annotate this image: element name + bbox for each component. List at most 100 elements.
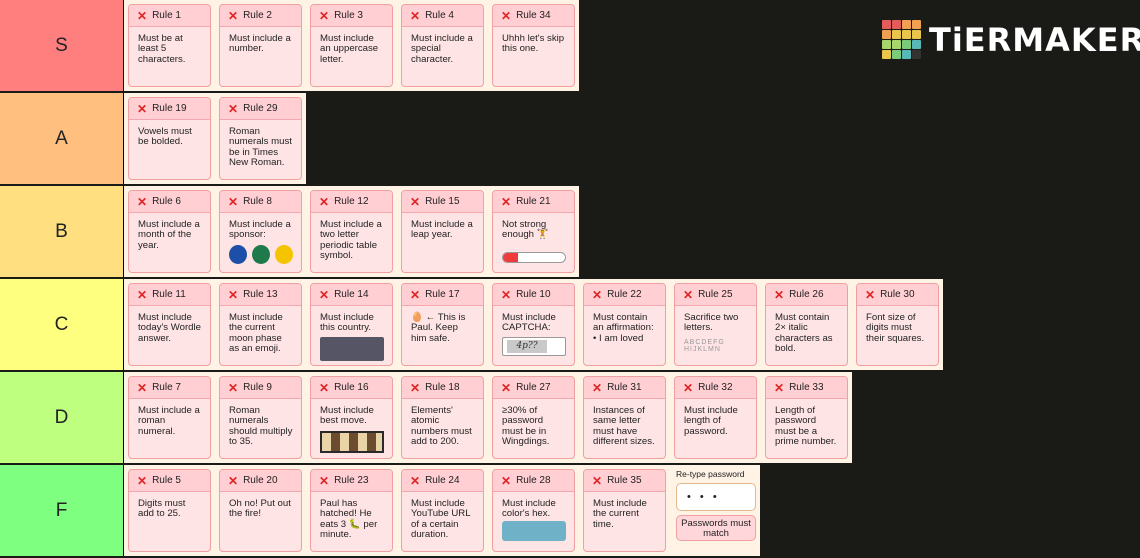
rule-card[interactable]: ✕ Rule 21 Not strong enough 🏋️	[488, 186, 579, 277]
tier-row-f: F ✕ Rule 5 Digits must add to 25. ✕ Rule 20 Oh…	[0, 465, 1140, 556]
rule-card[interactable]: ✕ Rule 18 Elements' atomic numbers must ad…	[397, 372, 488, 463]
rule-text: Must include a month of the year.	[138, 219, 200, 251]
rule-card-body: ✕ Rule 23 Paul has hatched! He eats 3 🐛 pe…	[310, 469, 393, 552]
failed-x-icon: ✕	[865, 287, 876, 302]
rule-card[interactable]: ✕ Rule 26 Must contain 2× italic character…	[761, 279, 852, 370]
rule-title: Rule 29	[243, 103, 278, 114]
rule-card[interactable]: ✕ Rule 19 Vowels must be bolded.	[124, 93, 215, 184]
rule-card[interactable]: ✕ Rule 20 Oh no! Put out the fire!	[215, 465, 306, 556]
rule-card[interactable]: ✕ Rule 9 Roman numerals should multiply to…	[215, 372, 306, 463]
rule-header: ✕ Rule 9	[220, 377, 301, 399]
rule-header: ✕ Rule 1	[129, 5, 210, 27]
rule-card[interactable]: ✕ Rule 4 Must include a special character.	[397, 0, 488, 91]
rule-card-body: ✕ Rule 5 Digits must add to 25.	[128, 469, 211, 552]
rule-card-body: ✕ Rule 21 Not strong enough 🏋️	[492, 190, 575, 273]
logo-grid-cell	[902, 50, 911, 59]
passwords-match-button[interactable]: Passwords must match	[676, 515, 756, 541]
rule-text: Sacrifice two letters.	[684, 312, 739, 334]
rule-card-body: ✕ Rule 14 Must include this country.	[310, 283, 393, 366]
rule-header: ✕ Rule 7	[129, 377, 210, 399]
starbucks-icon[interactable]	[252, 245, 270, 264]
rule-text: 🥚 ← This is Paul. Keep him safe.	[411, 312, 466, 344]
rule-title: Rule 18	[425, 382, 460, 393]
rule-card[interactable]: ✕ Rule 15 Must include a leap year.	[397, 186, 488, 277]
rule-header: ✕ Rule 10	[493, 284, 574, 306]
rule-title: Rule 14	[334, 289, 369, 300]
failed-x-icon: ✕	[137, 473, 148, 488]
rule-title: Rule 15	[425, 196, 460, 207]
rule-header: ✕ Rule 27	[493, 377, 574, 399]
failed-x-icon: ✕	[683, 287, 694, 302]
rule-title: Rule 31	[607, 382, 642, 393]
rule-card-body: ✕ Rule 30 Font size of digits must their s…	[856, 283, 939, 366]
rule-card[interactable]: ✕ Rule 27 ≥30% of password must be in Wing…	[488, 372, 579, 463]
rule-card[interactable]: ✕ Rule 35 Must include the current time.	[579, 465, 670, 556]
rule-card[interactable]: ✕ Rule 1 Must be at least 5 characters.	[124, 0, 215, 91]
pepsi-icon[interactable]	[229, 245, 247, 264]
rule-card[interactable]: ✕ Rule 7 Must include a roman numeral.	[124, 372, 215, 463]
rule-card[interactable]: ✕ Rule 5 Digits must add to 25.	[124, 465, 215, 556]
rule-card[interactable]: ✕ Rule 3 Must include an uppercase letter.	[306, 0, 397, 91]
rule-card-body: ✕ Rule 18 Elements' atomic numbers must ad…	[401, 376, 484, 459]
failed-x-icon: ✕	[228, 8, 239, 23]
tier-label[interactable]: F	[0, 465, 124, 556]
rule-title: Rule 3	[334, 10, 363, 21]
rule-card[interactable]: ✕ Rule 28 Must include color's hex.	[488, 465, 579, 556]
rule-card[interactable]: ✕ Rule 22 Must contain an affirmation: • I…	[579, 279, 670, 370]
tier-label[interactable]: C	[0, 279, 124, 370]
retype-password-input[interactable]: • • •	[676, 483, 756, 511]
rule-card[interactable]: ✕ Rule 34 Uhhh let's skip this one.	[488, 0, 579, 91]
rule-card-body: ✕ Rule 26 Must contain 2× italic character…	[765, 283, 848, 366]
rule-card[interactable]: ✕ Rule 32 Must include length of password.	[670, 372, 761, 463]
rule-card[interactable]: ✕ Rule 24 Must include YouTube URL of a ce…	[397, 465, 488, 556]
rule-card[interactable]: ✕ Rule 12 Must include a two letter period…	[306, 186, 397, 277]
rule-text: Oh no! Put out the fire!	[229, 498, 291, 520]
rule-text: Font size of digits must their squares.	[866, 312, 925, 344]
shell-icon[interactable]	[275, 245, 293, 264]
failed-x-icon: ✕	[137, 287, 148, 302]
failed-x-icon: ✕	[501, 8, 512, 23]
rule-card[interactable]: ✕ Rule 31 Instances of same letter must ha…	[579, 372, 670, 463]
rule-title: Rule 30	[880, 289, 915, 300]
rule-card[interactable]: ✕ Rule 33 Length of password must be a pri…	[761, 372, 852, 463]
rule-card[interactable]: ✕ Rule 16 Must include best move.	[306, 372, 397, 463]
failed-x-icon: ✕	[592, 473, 603, 488]
letter-buttons[interactable]: ABCDEFG HIJKLMN	[684, 339, 748, 353]
rule-card-body: ✕ Rule 22 Must contain an affirmation: • I…	[583, 283, 666, 366]
rule-card-body: ✕ Rule 12 Must include a two letter period…	[310, 190, 393, 273]
rule-card[interactable]: ✕ Rule 23 Paul has hatched! He eats 3 🐛 pe…	[306, 465, 397, 556]
rule-card[interactable]: ✕ Rule 17 🥚 ← This is Paul. Keep him safe.	[397, 279, 488, 370]
tier-items: ✕ Rule 7 Must include a roman numeral. ✕ Rul…	[124, 372, 852, 463]
rule-card[interactable]: ✕ Rule 2 Must include a number.	[215, 0, 306, 91]
strength-bar	[502, 252, 566, 263]
rule-card[interactable]: ✕ Rule 6 Must include a month of the year.	[124, 186, 215, 277]
rule-text: Instances of same letter must have diffe…	[593, 405, 655, 447]
rule-title: Rule 17	[425, 289, 460, 300]
rule-header: ✕ Rule 17	[402, 284, 483, 306]
rule-card[interactable]: ✕ Rule 8 Must include a sponsor:	[215, 186, 306, 277]
rule-card-body: ✕ Rule 34 Uhhh let's skip this one.	[492, 4, 575, 87]
rule-card[interactable]: ✕ Rule 29 Roman numerals must be in Times …	[215, 93, 306, 184]
failed-x-icon: ✕	[319, 380, 330, 395]
rule-card-body: ✕ Rule 11 Must include today's Wordle answ…	[128, 283, 211, 366]
rule-header: ✕ Rule 23	[311, 470, 392, 492]
color-swatch[interactable]	[502, 521, 566, 541]
rule-card-body: ✕ Rule 32 Must include length of password.	[674, 376, 757, 459]
failed-x-icon: ✕	[501, 287, 512, 302]
rule-card[interactable]: ✕ Rule 30 Font size of digits must their s…	[852, 279, 943, 370]
tier-label[interactable]: B	[0, 186, 124, 277]
rule-card[interactable]: ✕ Rule 13 Must include the current moon ph…	[215, 279, 306, 370]
rule-card[interactable]: ✕ Rule 11 Must include today's Wordle answ…	[124, 279, 215, 370]
rule-title: Rule 28	[516, 475, 551, 486]
rule-title: Rule 20	[243, 475, 278, 486]
rule-card[interactable]: ✕ Rule 25 Sacrifice two letters. ABCDEFG HI…	[670, 279, 761, 370]
logo-grid-cell	[882, 20, 891, 29]
rule-header: ✕ Rule 24	[402, 470, 483, 492]
rule-card[interactable]: ✕ Rule 14 Must include this country.	[306, 279, 397, 370]
tier-label[interactable]: D	[0, 372, 124, 463]
tier-label[interactable]: S	[0, 0, 124, 91]
tier-label[interactable]: A	[0, 93, 124, 184]
rule-header: ✕ Rule 29	[220, 98, 301, 120]
rule-card[interactable]: ✕ Rule 10 Must include CAPTCHA: 4p??	[488, 279, 579, 370]
rule-header: ✕ Rule 33	[766, 377, 847, 399]
